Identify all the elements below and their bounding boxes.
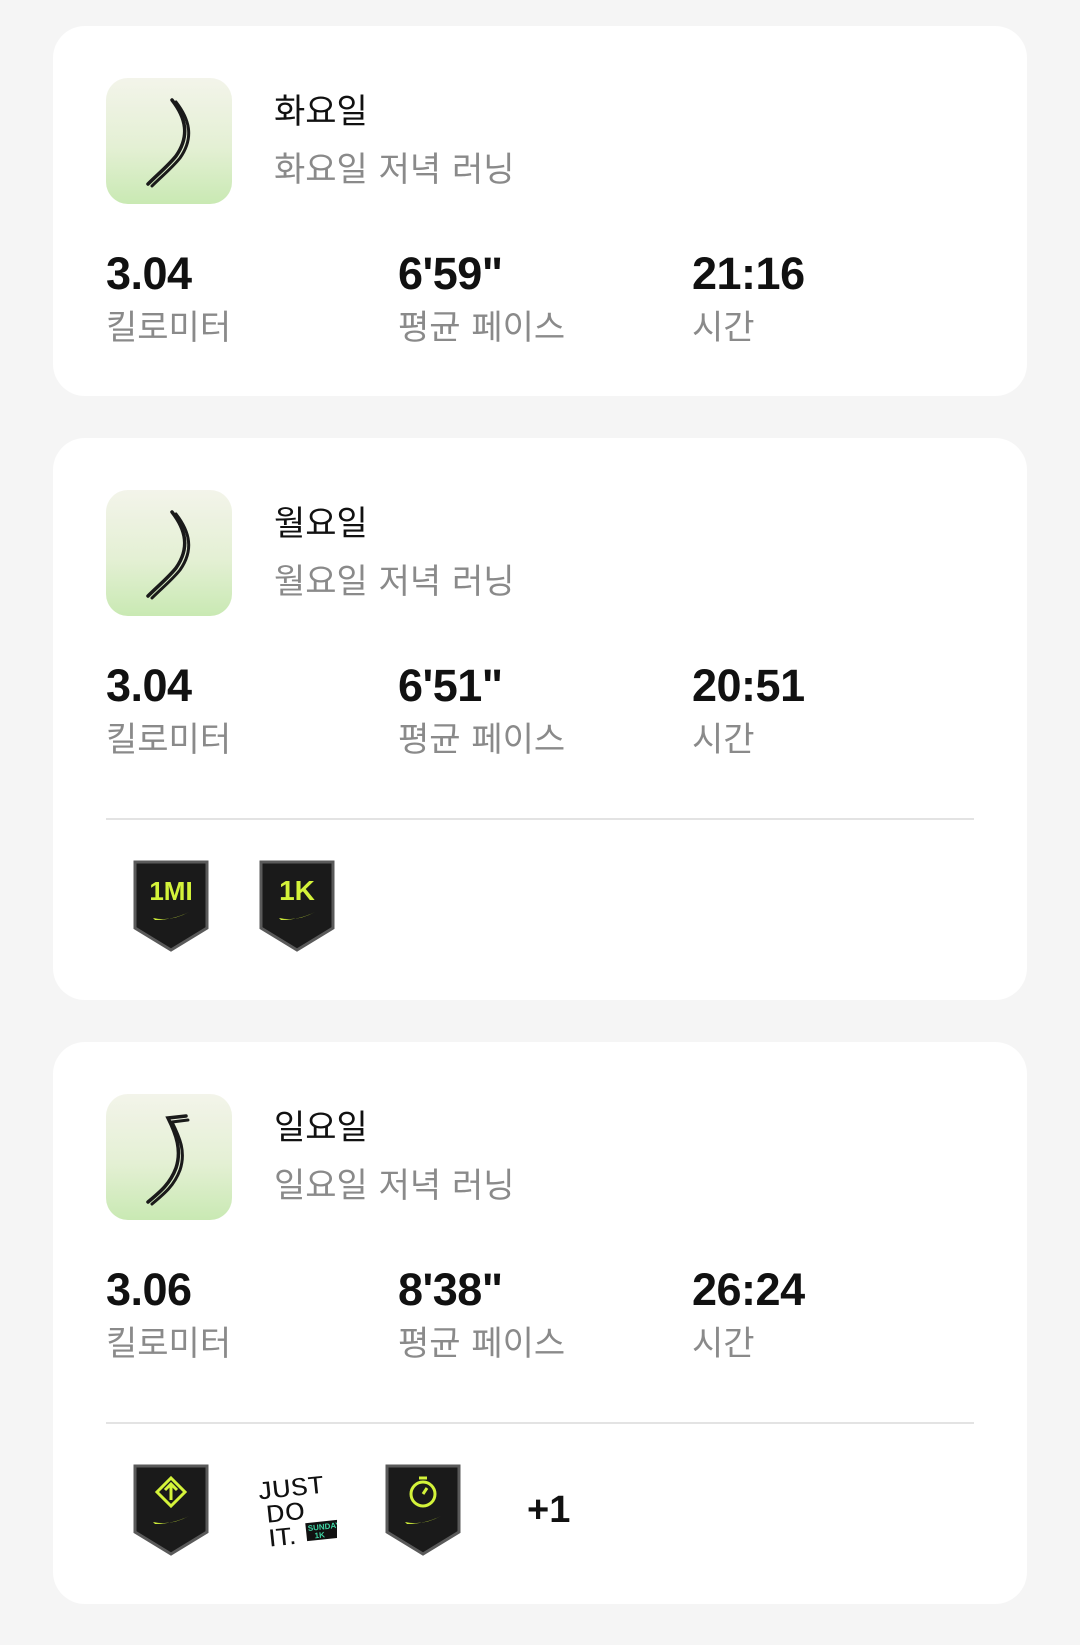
distance-value: 3.04 (106, 248, 192, 299)
pace-label: 평균 페이스 (398, 1324, 566, 1364)
time-value: 26:24 (692, 1264, 805, 1315)
activity-name: 화요일 저녁 러닝 (274, 150, 515, 190)
activity-day: 일요일 (274, 1108, 368, 1148)
distance-stat: 3.06 킬로미터 (106, 1264, 231, 1364)
achievement-badges: JUST DO IT. SUNDAY 1K +1 (131, 1462, 570, 1558)
time-value: 21:16 (692, 248, 805, 299)
pace-stat: 8'38" 평균 페이스 (398, 1264, 565, 1364)
activity-card[interactable]: 화요일 화요일 저녁 러닝 3.04 킬로미터 6'59" 평균 페이스 21:… (53, 26, 1027, 396)
activity-card[interactable]: 일요일 일요일 저녁 러닝 3.06 킬로미터 8'38" 평균 페이스 26:… (53, 1042, 1027, 1604)
distance-stat: 3.04 킬로미터 (106, 660, 231, 760)
pace-value: 8'38" (398, 1264, 503, 1315)
time-label: 시간 (692, 308, 755, 348)
time-label: 시간 (692, 720, 755, 760)
activity-name: 월요일 저녁 러닝 (274, 562, 515, 602)
distance-value: 3.04 (106, 660, 192, 711)
activity-day: 화요일 (274, 92, 368, 132)
time-value: 20:51 (692, 660, 805, 711)
1-mile-badge-icon[interactable]: 1MI (131, 858, 211, 954)
pace-value: 6'59" (398, 248, 503, 299)
route-map-thumbnail (106, 490, 232, 616)
pace-label: 평균 페이스 (398, 720, 566, 760)
achievement-badges: 1MI 1K (131, 858, 383, 954)
distance-label: 킬로미터 (106, 1324, 232, 1364)
more-badges-count[interactable]: +1 (527, 1489, 570, 1532)
divider (106, 1422, 974, 1424)
distance-label: 킬로미터 (106, 720, 232, 760)
badge-text: 1K (279, 875, 315, 906)
distance-label: 킬로미터 (106, 308, 232, 348)
pace-label: 평균 페이스 (398, 308, 566, 348)
1k-badge-icon[interactable]: 1K (257, 858, 337, 954)
pace-value: 6'51" (398, 660, 503, 711)
route-map-thumbnail (106, 1094, 232, 1220)
time-stat: 21:16 시간 (692, 248, 805, 348)
activity-card[interactable]: 월요일 월요일 저녁 러닝 3.04 킬로미터 6'51" 평균 페이스 20:… (53, 438, 1027, 1000)
svg-text:1K: 1K (314, 1530, 325, 1540)
just-do-it-sunday-1k-badge-icon[interactable]: JUST DO IT. SUNDAY 1K (257, 1462, 337, 1558)
activity-day: 월요일 (274, 504, 368, 544)
route-map-thumbnail (106, 78, 232, 204)
time-label: 시간 (692, 1324, 755, 1364)
pace-stat: 6'51" 평균 페이스 (398, 660, 565, 760)
badge-text: 1MI (149, 876, 192, 906)
divider (106, 818, 974, 820)
svg-text:IT.: IT. (267, 1520, 297, 1553)
time-stat: 26:24 시간 (692, 1264, 805, 1364)
time-stat: 20:51 시간 (692, 660, 805, 760)
stopwatch-badge-icon[interactable] (383, 1462, 463, 1558)
elevation-badge-icon[interactable] (131, 1462, 211, 1558)
pace-stat: 6'59" 평균 페이스 (398, 248, 565, 348)
activity-name: 일요일 저녁 러닝 (274, 1166, 515, 1206)
distance-value: 3.06 (106, 1264, 192, 1315)
distance-stat: 3.04 킬로미터 (106, 248, 231, 348)
